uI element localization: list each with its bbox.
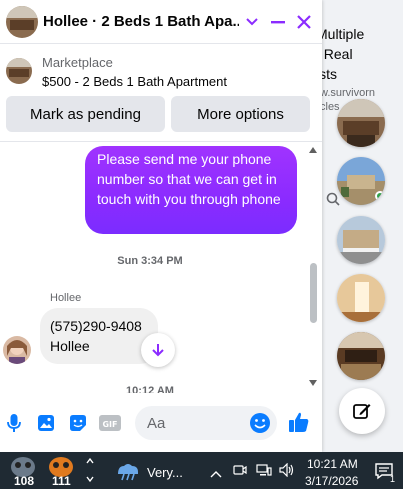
weather-icon[interactable]: [112, 460, 142, 487]
compose-icon: [353, 404, 371, 419]
minimize-icon: [271, 20, 285, 23]
message-input[interactable]: Aa: [135, 406, 277, 440]
marketplace-banner: Marketplace $500 - 2 Beds 1 Bath Apartme…: [0, 46, 322, 142]
scroll-up-arrow-icon[interactable]: [309, 147, 317, 153]
minimize-button[interactable]: [265, 9, 291, 35]
taskbar-scroll-arrows[interactable]: [86, 457, 94, 488]
scrollbar-thumb[interactable]: [310, 263, 317, 323]
clock-time[interactable]: 10:21 AM: [307, 457, 358, 471]
chat-head-avatar[interactable]: [337, 332, 385, 380]
marketplace-label: Marketplace: [42, 55, 113, 70]
message-timestamp: 10:12 AM: [126, 385, 174, 393]
close-icon: [297, 14, 311, 29]
clock-date[interactable]: 3/17/2026: [305, 474, 358, 488]
more-options-button[interactable]: More options: [171, 96, 310, 132]
chat-head-avatar[interactable]: [337, 216, 385, 264]
conversation-title[interactable]: Hollee · 2 Beds 1 Bath Apa...: [43, 13, 239, 30]
new-message-button[interactable]: [339, 388, 385, 434]
taskbar-app-badge: 111: [52, 474, 71, 488]
chat-head-avatar[interactable]: [337, 99, 385, 147]
chat-head-avatar[interactable]: [337, 274, 385, 322]
outgoing-message-bubble: Please send me your phone number so that…: [85, 146, 297, 234]
volume-icon[interactable]: [279, 462, 295, 482]
incoming-message-line: Hollee: [50, 338, 90, 354]
taskbar-app-badge: 108: [14, 474, 35, 488]
chat-window: Hollee · 2 Beds 1 Bath Apa... Marketplac…: [0, 0, 322, 452]
notification-count: 1: [390, 474, 396, 484]
message-composer: GIF Aa: [0, 398, 322, 448]
chat-header: Hollee · 2 Beds 1 Bath Apa...: [0, 0, 322, 44]
gif-icon[interactable]: GIF: [99, 412, 121, 434]
chevron-up-down-icon: [86, 457, 94, 483]
taskbar: 108 111 Very... 10:21 AM 3/17/2026 1: [0, 452, 403, 489]
incoming-message-bubble: (575)290-9408 Hollee: [40, 308, 158, 364]
weather-text[interactable]: Very...: [147, 465, 183, 480]
chevron-up-icon[interactable]: [210, 465, 222, 483]
photo-icon[interactable]: [35, 412, 57, 434]
svg-text:GIF: GIF: [102, 420, 117, 429]
chat-head-avatar[interactable]: [337, 157, 385, 205]
thumbs-up-icon: [289, 412, 309, 432]
arrow-down-icon: [152, 344, 164, 357]
message-scrollbar[interactable]: [307, 143, 319, 393]
taskbar-app-2[interactable]: 111: [46, 456, 78, 488]
emoji-icon[interactable]: [249, 412, 271, 439]
listing-thumbnail[interactable]: [6, 58, 32, 84]
chevron-down-icon[interactable]: [239, 9, 265, 35]
scroll-to-bottom-button[interactable]: [141, 333, 175, 367]
sticker-icon[interactable]: [67, 412, 89, 434]
message-timestamp: Sun 3:34 PM: [117, 255, 183, 267]
message-input-placeholder: Aa: [147, 415, 166, 432]
incoming-message-line: (575)290-9408: [50, 318, 142, 334]
network-icon[interactable]: [256, 463, 272, 482]
sender-name: Hollee: [50, 292, 82, 304]
mark-as-pending-button[interactable]: Mark as pending: [6, 96, 165, 132]
chat-heads: [337, 0, 389, 452]
message-list[interactable]: Please send me your phone number so that…: [0, 143, 322, 393]
like-button[interactable]: [288, 411, 310, 433]
close-button[interactable]: [291, 9, 317, 35]
scroll-down-arrow-icon[interactable]: [309, 380, 317, 386]
online-status-dot: [375, 191, 385, 201]
meet-now-icon[interactable]: [233, 463, 247, 482]
conversation-avatar[interactable]: [6, 5, 38, 38]
microphone-icon[interactable]: [3, 412, 25, 434]
taskbar-app-1[interactable]: 108: [8, 456, 40, 488]
sender-avatar: [3, 336, 31, 364]
listing-title[interactable]: $500 - 2 Beds 1 Bath Apartment: [42, 74, 227, 89]
